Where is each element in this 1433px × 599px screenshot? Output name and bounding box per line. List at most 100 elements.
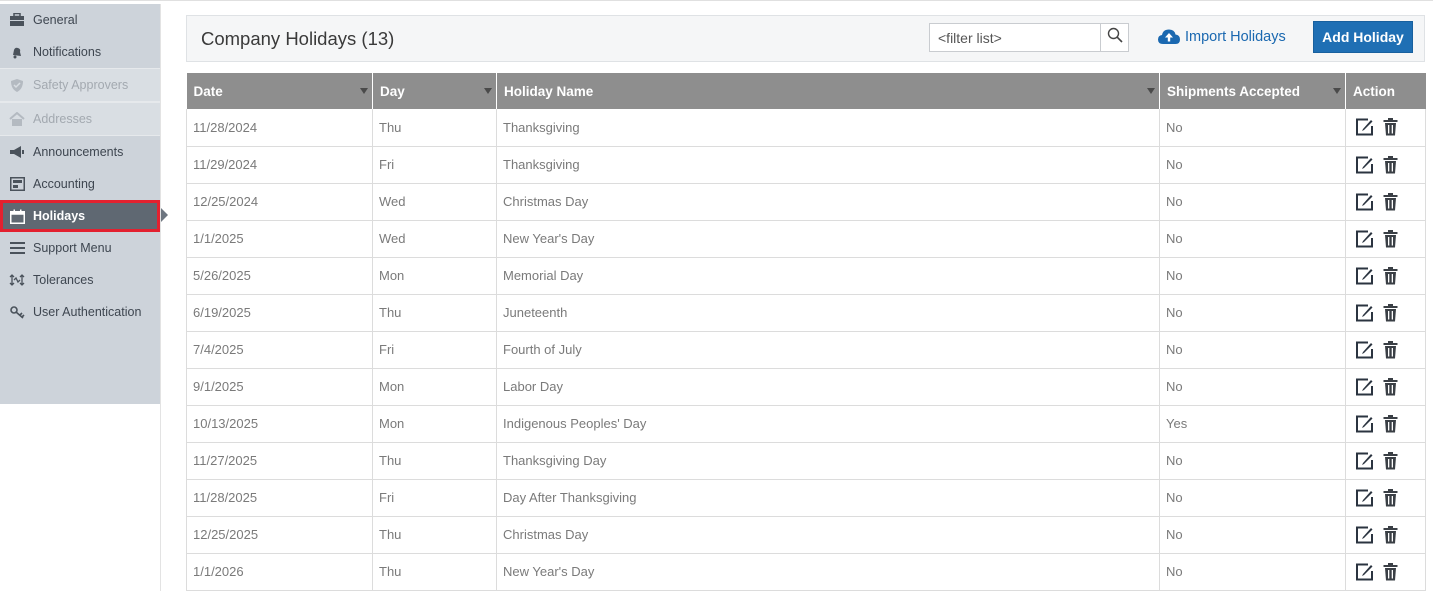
table-row[interactable]: 12/25/2024 Wed Christmas Day No xyxy=(186,183,1426,221)
edit-icon[interactable] xyxy=(1355,452,1374,470)
table-row[interactable]: 12/25/2025 Thu Christmas Day No xyxy=(186,516,1426,554)
table-row[interactable]: 6/19/2025 Thu Juneteenth No xyxy=(186,294,1426,332)
edit-icon[interactable] xyxy=(1355,415,1374,433)
sidebar-item-user-authentication[interactable]: User Authentication xyxy=(0,296,160,328)
sidebar-item-label: Announcements xyxy=(33,145,124,159)
edit-icon[interactable] xyxy=(1355,489,1374,507)
table-row[interactable]: 9/1/2025 Mon Labor Day No xyxy=(186,368,1426,406)
cell-day: Fri xyxy=(372,479,497,517)
column-header-shipments-accepted[interactable]: Shipments Accepted xyxy=(1159,73,1346,109)
filter-input[interactable] xyxy=(930,24,1102,51)
table-row[interactable]: 5/26/2025 Mon Memorial Day No xyxy=(186,257,1426,295)
sidebar-item-label: General xyxy=(33,13,78,27)
cell-day: Thu xyxy=(372,109,497,147)
cell-actions xyxy=(1345,405,1426,443)
edit-icon[interactable] xyxy=(1355,230,1374,248)
trash-icon[interactable] xyxy=(1383,340,1398,359)
active-item-pointer xyxy=(161,208,168,222)
cell-day: Thu xyxy=(372,294,497,332)
cell-actions xyxy=(1345,109,1426,147)
sort-caret-icon[interactable] xyxy=(360,88,368,94)
edit-icon[interactable] xyxy=(1355,304,1374,322)
cell-date: 11/28/2024 xyxy=(186,109,373,147)
sidebar-item-label: Safety Approvers xyxy=(33,78,129,92)
sort-caret-icon[interactable] xyxy=(1147,88,1155,94)
table-row[interactable]: 11/28/2024 Thu Thanksgiving No xyxy=(186,109,1426,147)
trash-icon[interactable] xyxy=(1383,155,1398,174)
sidebar-item-addresses: Addresses xyxy=(0,102,160,136)
trash-icon[interactable] xyxy=(1383,266,1398,285)
cell-shipments-accepted: No xyxy=(1159,183,1346,221)
menu-icon xyxy=(9,240,25,256)
sort-caret-icon[interactable] xyxy=(484,88,492,94)
cell-date: 1/1/2025 xyxy=(186,220,373,258)
trash-icon[interactable] xyxy=(1383,303,1398,322)
edit-icon[interactable] xyxy=(1355,267,1374,285)
edit-icon[interactable] xyxy=(1355,563,1374,581)
table-row[interactable]: 1/1/2025 Wed New Year's Day No xyxy=(186,220,1426,258)
cell-day: Fri xyxy=(372,331,497,369)
cell-date: 12/25/2025 xyxy=(186,516,373,554)
sidebar-item-accounting[interactable]: Accounting xyxy=(0,168,160,200)
trash-icon[interactable] xyxy=(1383,377,1398,396)
table-row[interactable]: 11/29/2024 Fri Thanksgiving No xyxy=(186,146,1426,184)
cell-day: Thu xyxy=(372,516,497,554)
table-row[interactable]: 1/1/2026 Thu New Year's Day No xyxy=(186,553,1426,591)
table-row[interactable]: 7/4/2025 Fri Fourth of July No xyxy=(186,331,1426,369)
cell-day: Wed xyxy=(372,183,497,221)
column-header-date[interactable]: Date xyxy=(186,73,373,109)
search-button[interactable] xyxy=(1100,24,1128,51)
cell-shipments-accepted: No xyxy=(1159,479,1346,517)
table-row[interactable]: 11/28/2025 Fri Day After Thanksgiving No xyxy=(186,479,1426,517)
filter-box xyxy=(929,23,1129,52)
column-header-day[interactable]: Day xyxy=(372,73,497,109)
trash-icon[interactable] xyxy=(1383,229,1398,248)
column-header-label: Date xyxy=(193,83,223,99)
table-row[interactable]: 11/27/2025 Thu Thanksgiving Day No xyxy=(186,442,1426,480)
edit-icon[interactable] xyxy=(1355,156,1374,174)
cell-actions xyxy=(1345,368,1426,406)
edit-icon[interactable] xyxy=(1355,526,1374,544)
settings-sidebar: General Notifications Safety Approvers A… xyxy=(0,4,160,404)
page-title: Company Holidays (13) xyxy=(201,28,395,49)
edit-icon[interactable] xyxy=(1355,193,1374,211)
trash-icon[interactable] xyxy=(1383,451,1398,470)
sidebar-item-label: Accounting xyxy=(33,177,95,191)
column-header-label: Holiday Name xyxy=(504,83,594,99)
cell-date: 11/27/2025 xyxy=(186,442,373,480)
cell-date: 5/26/2025 xyxy=(186,257,373,295)
trash-icon[interactable] xyxy=(1383,118,1398,136)
import-holidays-label: Import Holidays xyxy=(1185,28,1286,45)
sidebar-item-notifications[interactable]: Notifications xyxy=(0,36,160,68)
cell-day: Mon xyxy=(372,405,497,443)
cell-shipments-accepted: No xyxy=(1159,331,1346,369)
column-header-holiday-name[interactable]: Holiday Name xyxy=(496,73,1160,109)
holidays-table: Date Day Holiday Name Shipments Accepted… xyxy=(186,73,1426,591)
cell-day: Mon xyxy=(372,257,497,295)
sort-caret-icon[interactable] xyxy=(1333,88,1341,94)
trash-icon[interactable] xyxy=(1383,562,1398,581)
trash-icon[interactable] xyxy=(1383,525,1398,544)
import-holidays-link[interactable]: Import Holidays xyxy=(1157,28,1286,45)
edit-icon[interactable] xyxy=(1355,341,1374,359)
edit-icon[interactable] xyxy=(1355,378,1374,396)
cell-holiday-name: Christmas Day xyxy=(496,516,1160,554)
cell-actions xyxy=(1345,257,1426,295)
sidebar-item-holidays[interactable]: Holidays xyxy=(0,200,160,232)
add-holiday-button[interactable]: Add Holiday xyxy=(1313,21,1413,53)
cell-actions xyxy=(1345,220,1426,258)
edit-icon[interactable] xyxy=(1355,118,1374,136)
table-row[interactable]: 10/13/2025 Mon Indigenous Peoples' Day Y… xyxy=(186,405,1426,443)
sidebar-item-support-menu[interactable]: Support Menu xyxy=(0,232,160,264)
sidebar-item-general[interactable]: General xyxy=(0,4,160,36)
sidebar-item-announcements[interactable]: Announcements xyxy=(0,136,160,168)
column-header-action: Action xyxy=(1345,73,1426,109)
trash-icon[interactable] xyxy=(1383,488,1398,507)
cell-holiday-name: Christmas Day xyxy=(496,183,1160,221)
cell-date: 9/1/2025 xyxy=(186,368,373,406)
trash-icon[interactable] xyxy=(1383,414,1398,433)
cell-date: 7/4/2025 xyxy=(186,331,373,369)
cell-day: Mon xyxy=(372,368,497,406)
trash-icon[interactable] xyxy=(1383,192,1398,211)
sidebar-item-tolerances[interactable]: Tolerances xyxy=(0,264,160,296)
